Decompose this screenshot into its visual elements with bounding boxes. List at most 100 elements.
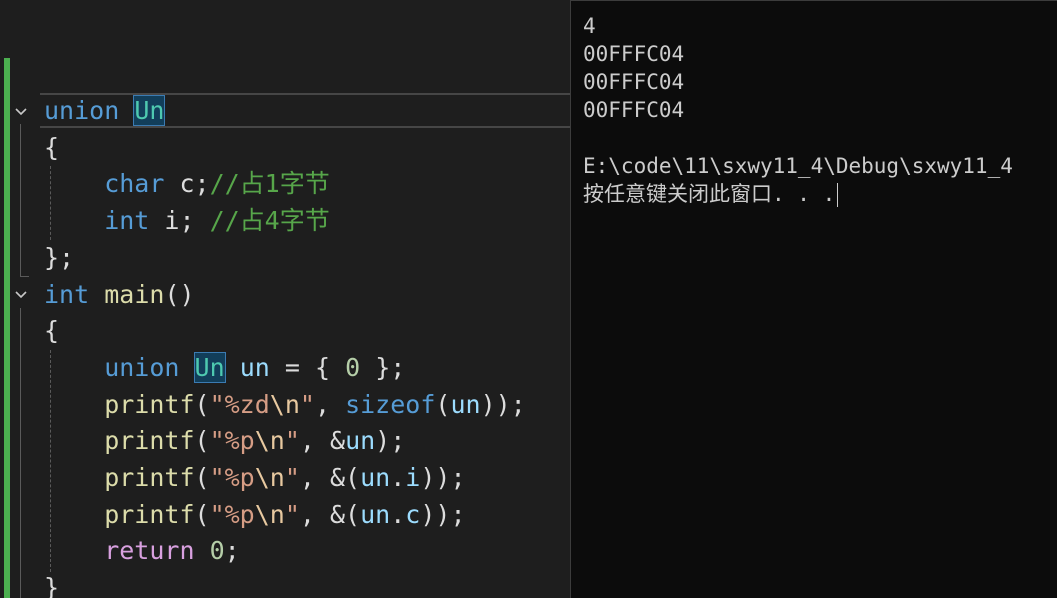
- code-token: //占4字节: [209, 206, 330, 236]
- code-line[interactable]: printf("%p\n", &(un.i));: [44, 460, 466, 496]
- code-token: "%p: [209, 499, 255, 529]
- code-line[interactable]: int i; //占4字节: [44, 203, 330, 239]
- code-token: ": [284, 426, 300, 456]
- code-line[interactable]: union Un un = { 0 };: [44, 350, 405, 386]
- code-token: 0: [209, 536, 225, 566]
- code-editor[interactable]: union Un{ char c;//占1字节 int i; //占4字节}; i…: [0, 0, 570, 598]
- code-token: i: [405, 463, 421, 492]
- code-token: \n: [269, 389, 300, 419]
- code-line[interactable]: printf("%p\n", &un);: [44, 423, 405, 459]
- code-line[interactable]: union Un: [44, 93, 166, 129]
- code-token: = {: [269, 352, 346, 382]
- code-token: .: [390, 499, 406, 529]
- code-token: int: [44, 206, 150, 236]
- console-line: 00FFFC04: [583, 68, 684, 96]
- code-token: , &(: [299, 499, 361, 529]
- code-token: un: [360, 499, 391, 529]
- outline-bracket: [20, 308, 29, 598]
- console-text: 00FFFC04: [583, 70, 685, 94]
- code-token: (: [435, 389, 451, 419]
- code-token: printf: [44, 426, 195, 456]
- console-border: [571, 0, 1057, 1]
- code-token: ));: [420, 463, 466, 492]
- code-token: , &(: [299, 463, 361, 492]
- code-line[interactable]: {: [44, 313, 59, 349]
- outline-bracket: [20, 124, 29, 277]
- code-token: un: [345, 426, 376, 456]
- code-token: (: [194, 426, 210, 456]
- code-token: ;: [224, 536, 240, 566]
- change-indicator-bar: [4, 58, 10, 598]
- code-token: ,: [314, 389, 346, 419]
- code-token: c: [405, 499, 421, 529]
- console-text: E:\code\11\sxwy11_4\Debug\sxwy11_4: [583, 154, 1013, 178]
- console-window[interactable]: 4 00FFFC04 00FFFC04 00FFFC04 E:\code\11\sxwy…: [570, 0, 1057, 598]
- console-line: 4: [583, 12, 596, 40]
- code-token: ": [299, 389, 315, 419]
- code-token: sizeof: [345, 389, 436, 419]
- code-token: main: [104, 279, 165, 309]
- console-text: 4: [583, 14, 596, 38]
- code-token: };: [360, 352, 406, 382]
- text-cursor: [837, 183, 839, 207]
- code-token: "%p: [209, 463, 255, 492]
- code-token: int: [44, 279, 90, 309]
- code-line[interactable]: printf("%p\n", &(un.c));: [44, 497, 465, 533]
- code-token: (: [194, 499, 210, 529]
- screen: union Un{ char c;//占1字节 int i; //占4字节}; i…: [0, 0, 1057, 598]
- code-line[interactable]: char c;//占1字节: [44, 166, 330, 202]
- code-token: i;: [149, 206, 210, 236]
- fold-chevron-down-icon[interactable]: [13, 286, 29, 302]
- code-token: \n: [254, 426, 285, 456]
- console-text: 按任意键关闭此窗口. . .: [583, 182, 836, 206]
- code-line[interactable]: printf("%zd\n", sizeof(un));: [44, 387, 526, 423]
- code-line[interactable]: int main(): [44, 277, 195, 313]
- code-token: };: [44, 242, 75, 272]
- code-line[interactable]: {: [44, 130, 59, 166]
- code-line[interactable]: }: [44, 570, 59, 598]
- code-token: .: [390, 463, 406, 492]
- console-line: 00FFFC04: [583, 40, 684, 68]
- console-text: 00FFFC04: [583, 98, 685, 122]
- highlighted-symbol: Un: [133, 95, 166, 126]
- code-token: {: [44, 316, 60, 346]
- code-token: un: [360, 463, 391, 492]
- code-token: );: [375, 426, 406, 456]
- code-token: printf: [44, 463, 195, 492]
- code-token: un: [450, 389, 481, 419]
- code-token: , &: [299, 426, 346, 456]
- code-token: }: [44, 573, 60, 598]
- code-token: //占1字节: [209, 169, 330, 199]
- code-line[interactable]: return 0;: [44, 533, 240, 569]
- code-token: (: [194, 389, 210, 419]
- console-line: 00FFFC04: [583, 96, 684, 124]
- code-token: ));: [480, 389, 526, 419]
- code-token: union: [44, 352, 180, 382]
- code-token: {: [44, 132, 60, 162]
- code-token: printf: [44, 499, 195, 529]
- code-line[interactable]: };: [44, 240, 74, 276]
- code-token: "%zd: [209, 389, 270, 419]
- console-line: E:\code\11\sxwy11_4\Debug\sxwy11_4: [583, 152, 1013, 180]
- highlighted-symbol: Un: [193, 351, 226, 383]
- code-token: union: [44, 96, 120, 125]
- code-token: ": [284, 499, 300, 529]
- console-text: 00FFFC04: [583, 42, 685, 66]
- console-line: 按任意键关闭此窗口. . .: [583, 180, 839, 208]
- code-token: \n: [254, 463, 285, 492]
- code-token: ": [284, 463, 300, 492]
- code-token: printf: [44, 389, 195, 419]
- code-token: return: [44, 536, 195, 566]
- code-token: c;: [164, 169, 210, 199]
- code-token: \n: [254, 499, 285, 529]
- fold-chevron-down-icon[interactable]: [13, 103, 29, 119]
- code-token: 0: [345, 352, 361, 382]
- code-token: (): [164, 279, 195, 309]
- code-token: un: [239, 352, 270, 382]
- code-token: (: [194, 463, 210, 492]
